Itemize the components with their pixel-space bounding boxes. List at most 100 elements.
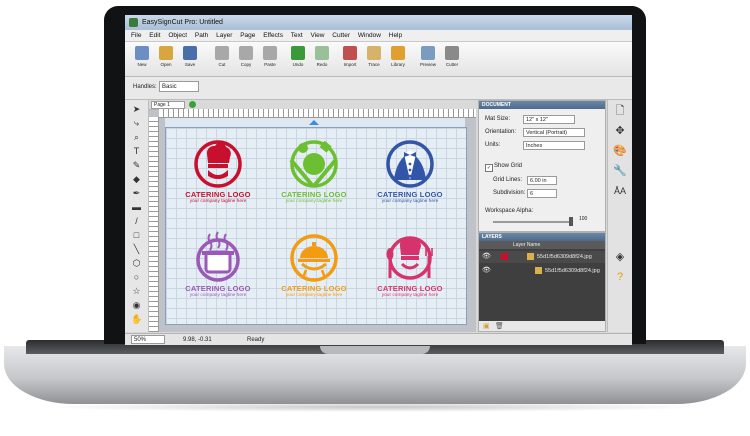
polygon-tool-icon[interactable]: ⬡ <box>131 258 142 269</box>
cutter-button[interactable]: Cutter <box>441 44 463 74</box>
layer-row[interactable]: 👁 55d1f5d6309d8f24.jpg <box>479 251 605 263</box>
handles-select[interactable]: Basic <box>159 81 199 92</box>
undo-button[interactable]: Undo <box>287 44 309 74</box>
tools-wrench-icon[interactable]: 🔧 <box>613 164 627 178</box>
toolbar-button-label: Copy <box>240 62 252 67</box>
menu-layer[interactable]: Layer <box>216 30 232 41</box>
plate-utensils-logo-icon <box>289 140 338 188</box>
grid-lines-label: Grid Lines: <box>493 177 523 183</box>
menu-page[interactable]: Page <box>240 30 255 41</box>
units-select[interactable]: Inches <box>523 141 585 150</box>
help-icon[interactable]: ? <box>613 270 627 284</box>
pen-tool-icon[interactable]: ✒ <box>131 188 142 199</box>
horizontal-ruler <box>159 109 476 118</box>
menu-object[interactable]: Object <box>168 30 187 41</box>
menu-text[interactable]: Text <box>291 30 303 41</box>
paste-button[interactable]: Paste <box>259 44 281 74</box>
handles-label: Handles: <box>133 84 157 90</box>
document-panel-header: DOCUMENT <box>479 101 605 109</box>
logo-2[interactable]: CATERING LOGO your company tagline here <box>278 134 350 222</box>
subdivision-input[interactable]: 6 <box>527 189 557 198</box>
waiter-tuxedo-logo-icon <box>386 140 434 188</box>
hand-tool-icon[interactable]: ✋ <box>131 314 142 325</box>
logo-1[interactable]: CATERING LOGO your company tagline here <box>182 134 254 222</box>
logo-6[interactable]: CATERING LOGO your company tagline here <box>374 228 446 316</box>
menu-file[interactable]: File <box>131 30 141 41</box>
copy-button[interactable]: Copy <box>235 44 257 74</box>
grid-lines-input[interactable]: 6.00 in <box>527 176 557 185</box>
zoom-select[interactable]: 50% <box>131 335 165 344</box>
page-up-arrow-icon[interactable] <box>309 120 319 125</box>
ellipse-tool-icon[interactable]: ○ <box>131 272 142 283</box>
save-button[interactable]: Save <box>179 44 201 74</box>
node-edit-tool-icon[interactable]: ⤷ <box>131 118 142 129</box>
units-label: Units: <box>485 142 501 148</box>
library-button[interactable]: Library <box>387 44 409 74</box>
mat-size-label: Mat Size: <box>485 116 511 122</box>
menu-view[interactable]: View <box>311 30 325 41</box>
eyedropper-tool-icon[interactable]: ◉ <box>131 300 142 311</box>
design-page[interactable]: CATERING LOGO your company tagline here … <box>165 127 467 325</box>
color-palette-icon[interactable]: 🎨 <box>613 144 627 158</box>
fill-tool-icon[interactable]: ◆ <box>131 174 142 185</box>
main-toolbar: New Open Save Cut Copy Paste Undo Redo Import Tra… <box>125 42 632 77</box>
delete-layer-icon[interactable]: 🗑 <box>495 322 504 330</box>
layers-footer: ▣ 🗑 <box>479 321 605 331</box>
cut-button[interactable]: Cut <box>211 44 233 74</box>
logo-5[interactable]: CATERING LOGO your company tagline here <box>278 228 350 316</box>
rectangle-tool-icon[interactable]: □ <box>131 230 142 241</box>
menu-path[interactable]: Path <box>195 30 208 41</box>
mat-size-select[interactable]: 12" x 12" <box>523 115 575 124</box>
text-size-icon[interactable]: ÅA <box>613 184 627 198</box>
open-folder-icon <box>159 46 173 60</box>
text-tool-icon[interactable]: T <box>131 146 142 157</box>
document-icon[interactable]: 🗋 <box>613 104 627 118</box>
new-layer-folder-icon[interactable]: ▣ <box>483 322 490 330</box>
import-button[interactable]: Import <box>339 44 361 74</box>
toolbar-button-label: Preview <box>419 62 436 67</box>
property-bar: Handles: Basic <box>125 77 632 100</box>
logo-3[interactable]: CATERING LOGO your company tagline here <box>374 134 446 222</box>
logo-title: CATERING LOGO <box>281 284 347 293</box>
page-tab[interactable]: Page 1 <box>151 101 185 109</box>
logo-tagline: your company tagline here <box>285 199 343 204</box>
move-icon[interactable]: ✥ <box>613 124 627 138</box>
trace-button[interactable]: Trace <box>363 44 385 74</box>
app-window: EasySignCut Pro: Untitled File Edit Obje… <box>125 15 632 345</box>
open-button[interactable]: Open <box>155 44 177 74</box>
save-disk-icon <box>183 46 197 60</box>
cooking-pot-logo-icon <box>196 231 240 282</box>
redo-button[interactable]: Redo <box>311 44 333 74</box>
preview-button[interactable]: Preview <box>417 44 439 74</box>
show-grid-checkbox[interactable]: ✓ <box>485 164 493 172</box>
zoom-tool-icon[interactable]: ⌕ <box>131 132 142 143</box>
eraser-tool-icon[interactable]: ▬ <box>131 202 142 213</box>
menu-help[interactable]: Help <box>389 30 402 41</box>
layers-stack-icon[interactable]: ◈ <box>613 250 627 264</box>
layers-panel: LAYERS Layer Name 👁 55d1f5d6309d8f24.jpg… <box>478 232 606 332</box>
logo-4[interactable]: CATERING LOGO your company tagline here <box>182 228 254 316</box>
menu-effects[interactable]: Effects <box>263 30 283 41</box>
menu-edit[interactable]: Edit <box>149 30 160 41</box>
new-file-icon <box>135 46 149 60</box>
visibility-eye-icon[interactable]: 👁 <box>482 265 491 277</box>
toolbar-button-label: Library <box>391 62 405 67</box>
canvas-area[interactable]: Page 1 CATERING LOGO your company taglin… <box>149 100 476 332</box>
visibility-eye-icon[interactable]: 👁 <box>482 251 491 263</box>
knife-tool-icon[interactable]: / <box>131 216 142 227</box>
line-tool-icon[interactable]: ╲ <box>131 244 142 255</box>
star-tool-icon[interactable]: ☆ <box>131 286 142 297</box>
menu-cutter[interactable]: Cutter <box>332 30 350 41</box>
new-button[interactable]: New <box>131 44 153 74</box>
pointer-tool-icon[interactable]: ➤ <box>131 104 142 115</box>
workspace-alpha-slider[interactable] <box>493 221 573 223</box>
menu-window[interactable]: Window <box>358 30 381 41</box>
layer-color-icon <box>501 253 508 260</box>
layer-row[interactable]: 👁 55d1f5d6309d8f24.jpg <box>479 265 605 277</box>
orientation-select[interactable]: Vertical (Portrait) <box>523 128 585 137</box>
shape-tool-icon[interactable]: ✎ <box>131 160 142 171</box>
add-page-icon[interactable] <box>189 101 196 108</box>
cutter-icon <box>445 46 459 60</box>
workspace-alpha-slider-thumb[interactable] <box>569 217 573 226</box>
logo-title: CATERING LOGO <box>281 190 347 199</box>
